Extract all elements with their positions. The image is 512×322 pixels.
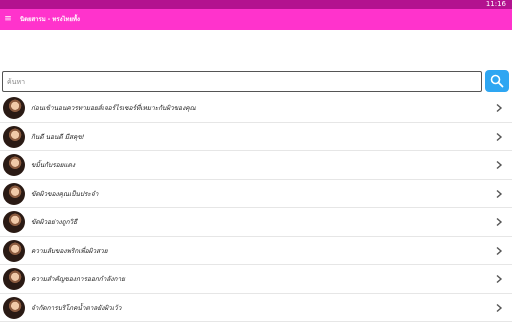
list-item[interactable]: ขัดผิวของคุณเป็นประจำ bbox=[0, 180, 512, 209]
avatar bbox=[3, 211, 25, 233]
avatar bbox=[3, 126, 25, 148]
status-time: 11:16 bbox=[486, 0, 506, 9]
chevron-right-icon bbox=[494, 274, 504, 284]
status-bar: 11:16 bbox=[0, 0, 512, 9]
avatar bbox=[3, 154, 25, 176]
avatar bbox=[3, 268, 25, 290]
chevron-right-icon bbox=[494, 103, 504, 113]
list-item[interactable]: จำกัดการบริโภคน้ำตาลยังผิวเว้ว bbox=[0, 294, 512, 322]
chevron-right-icon bbox=[494, 303, 504, 313]
chevron-right-icon bbox=[494, 217, 504, 227]
avatar bbox=[3, 240, 25, 262]
list-item[interactable]: ขมิ้นกับรอยแดง bbox=[0, 151, 512, 180]
list-item-label: จำกัดการบริโภคน้ำตาลยังผิวเว้ว bbox=[31, 294, 121, 322]
list-item-label: ความสำคัญของการออกกำลังกาย bbox=[31, 265, 125, 293]
chevron-right-icon bbox=[494, 160, 504, 170]
search-icon bbox=[490, 74, 504, 88]
list-item-label: ความลับของพริกเพื่อผิวสวย bbox=[31, 237, 108, 265]
chevron-right-icon bbox=[494, 189, 504, 199]
list-item[interactable]: ความลับของพริกเพื่อผิวสวย bbox=[0, 237, 512, 266]
article-list: ก่อนเข้านอนควรทามอยส์เจอร์ไรเซอร์ที่เหมา… bbox=[0, 94, 512, 322]
search-button[interactable] bbox=[485, 70, 509, 92]
list-item-label: ขัดผิวอย่างถูกวิธี bbox=[31, 208, 77, 236]
chevron-right-icon bbox=[494, 246, 504, 256]
menu-icon[interactable]: ≡ bbox=[3, 14, 13, 24]
chevron-right-icon bbox=[494, 132, 504, 142]
list-item[interactable]: ขัดผิวอย่างถูกวิธี bbox=[0, 208, 512, 237]
search-input[interactable] bbox=[2, 71, 482, 92]
list-item[interactable]: กินดี นอนดี มีสคุข! bbox=[0, 123, 512, 152]
list-item[interactable]: ก่อนเข้านอนควรทามอยส์เจอร์ไรเซอร์ที่เหมา… bbox=[0, 94, 512, 123]
list-item-label: กินดี นอนดี มีสคุข! bbox=[31, 123, 84, 151]
list-item[interactable]: ความสำคัญของการออกกำลังกาย bbox=[0, 265, 512, 294]
list-item-label: ขัดผิวของคุณเป็นประจำ bbox=[31, 180, 98, 208]
list-item-label: ก่อนเข้านอนควรทามอยส์เจอร์ไรเซอร์ที่เหมา… bbox=[31, 94, 196, 122]
avatar bbox=[3, 97, 25, 119]
avatar bbox=[3, 183, 25, 205]
avatar bbox=[3, 297, 25, 319]
app-bar: ≡ นิตยสารม - ทรงไทยทั้ง bbox=[0, 9, 512, 30]
app-title: นิตยสารม - ทรงไทยทั้ง bbox=[20, 9, 80, 30]
list-item-label: ขมิ้นกับรอยแดง bbox=[31, 151, 75, 179]
